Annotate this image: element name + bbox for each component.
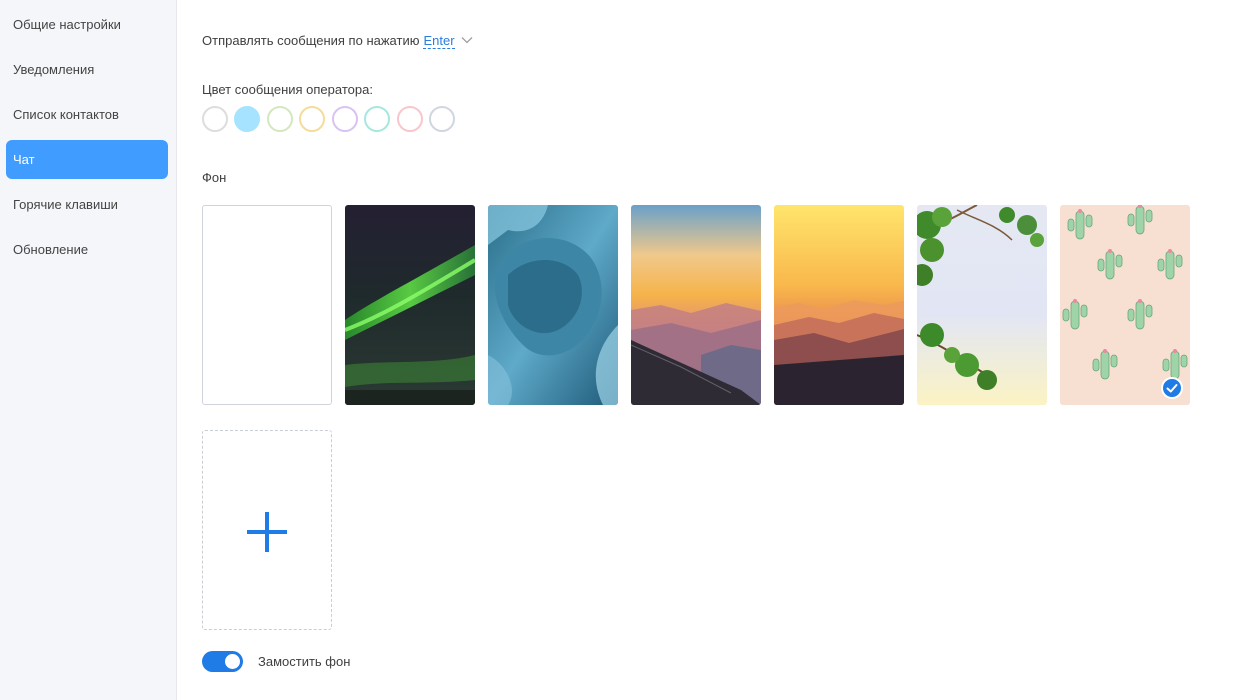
color-swatch-green[interactable] <box>267 106 293 132</box>
cactus-pattern-image <box>1060 205 1190 405</box>
selected-check-icon <box>1161 377 1183 399</box>
plus-icon <box>247 512 287 552</box>
color-swatch-teal[interactable] <box>364 106 390 132</box>
orange-mountains-image <box>774 205 904 405</box>
sidebar-item-general-settings[interactable]: Общие настройки <box>6 5 168 44</box>
sidebar-item-notifications[interactable]: Уведомления <box>6 50 168 89</box>
send-setting-label: Отправлять сообщения по нажатию <box>202 33 420 48</box>
toggle-knob <box>225 654 240 669</box>
tile-background-label: Замостить фон <box>258 654 351 669</box>
color-swatch-gray[interactable] <box>202 106 228 132</box>
tile-background-toggle[interactable] <box>202 651 243 672</box>
mountain-sunset-image <box>631 205 761 405</box>
color-swatch-yellow[interactable] <box>299 106 325 132</box>
color-swatch-pink[interactable] <box>397 106 423 132</box>
aurora-image <box>345 205 475 405</box>
send-setting-row: Отправлять сообщения по нажатию Enter <box>202 32 473 50</box>
background-option-cactus-pattern[interactable] <box>1060 205 1190 405</box>
background-option-blank[interactable] <box>202 205 332 405</box>
tree-branches-image <box>917 205 1047 405</box>
chevron-down-icon[interactable] <box>461 36 473 44</box>
background-option-aurora[interactable] <box>345 205 475 405</box>
add-background-button[interactable] <box>202 430 332 630</box>
send-key-dropdown[interactable]: Enter <box>423 33 455 49</box>
background-option-mountain-sunset[interactable] <box>631 205 761 405</box>
sidebar-item-hotkeys[interactable]: Горячие клавиши <box>6 185 168 224</box>
sidebar-item-chat[interactable]: Чат <box>6 140 168 179</box>
color-swatch-slate[interactable] <box>429 106 455 132</box>
ice-cave-image <box>488 205 618 405</box>
background-option-orange-mountains[interactable] <box>774 205 904 405</box>
background-option-ice-cave[interactable] <box>488 205 618 405</box>
background-option-tree-branches[interactable] <box>917 205 1047 405</box>
color-swatch-purple[interactable] <box>332 106 358 132</box>
sidebar-item-contact-list[interactable]: Список контактов <box>6 95 168 134</box>
sidebar: Общие настройки Уведомления Список конта… <box>0 0 177 700</box>
sidebar-item-update[interactable]: Обновление <box>6 230 168 269</box>
background-label: Фон <box>202 170 227 185</box>
color-swatch-light-blue-selected[interactable] <box>234 106 260 132</box>
operator-color-label: Цвет сообщения оператора: <box>202 82 373 97</box>
